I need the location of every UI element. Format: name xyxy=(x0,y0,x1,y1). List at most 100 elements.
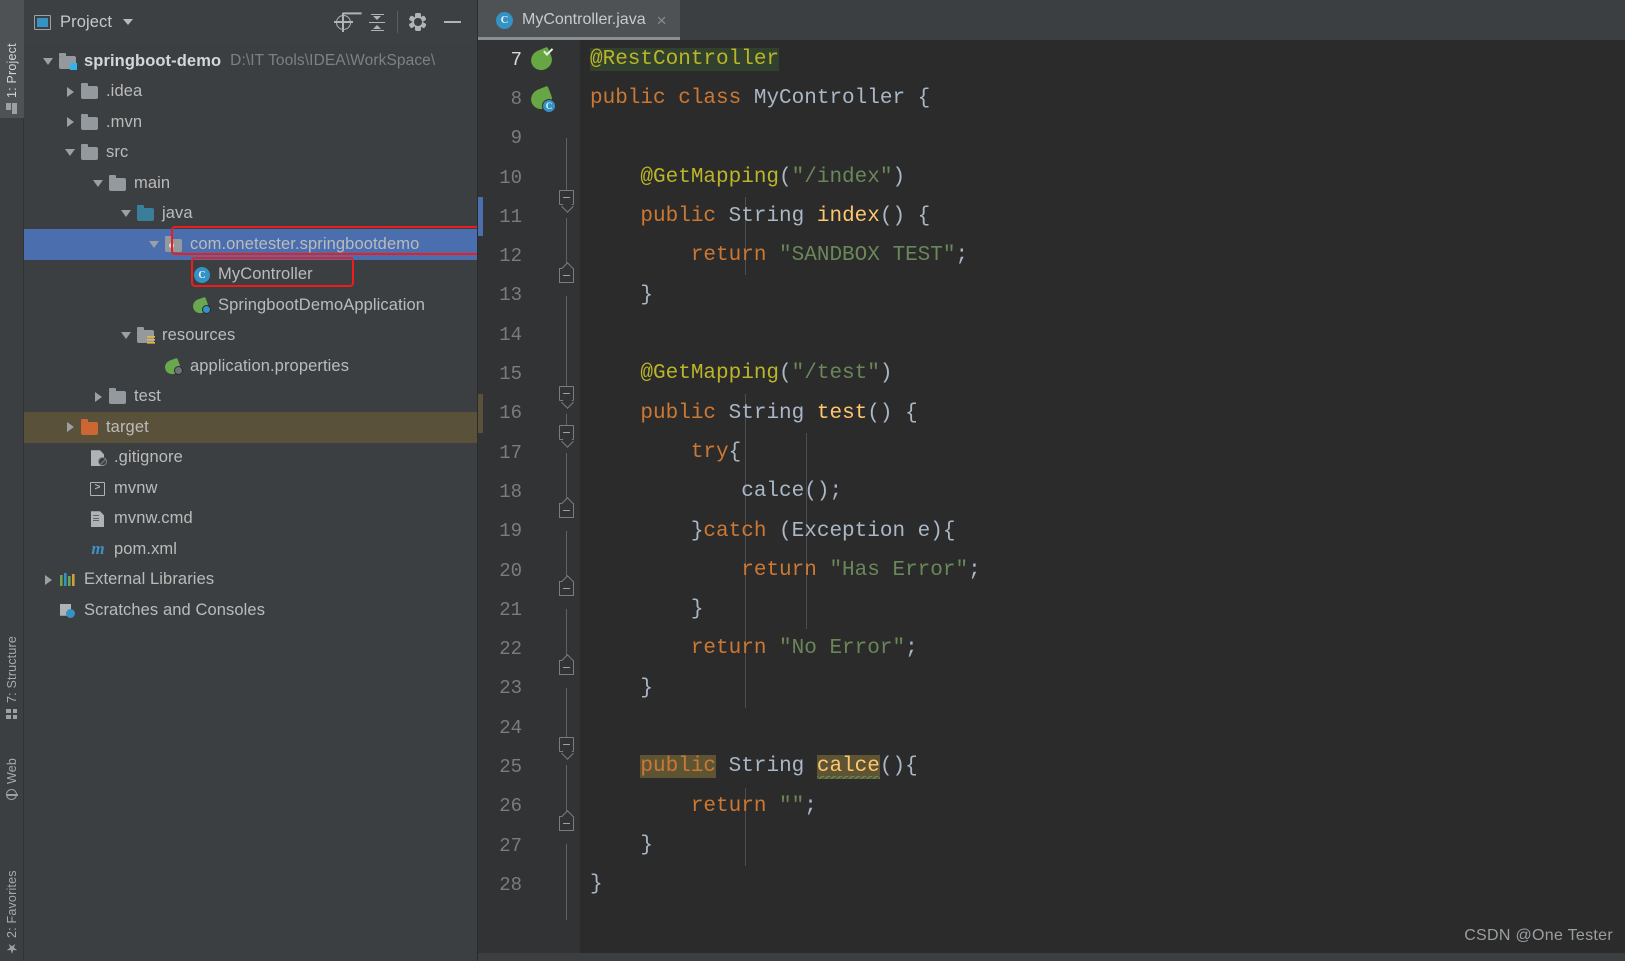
close-icon[interactable]: × xyxy=(657,12,667,29)
folder-icon xyxy=(80,144,99,161)
code-token: { xyxy=(917,87,931,111)
twisty-open-icon[interactable] xyxy=(116,332,136,339)
code-token: return xyxy=(690,244,780,268)
fold-toggle-icon[interactable] xyxy=(559,737,574,752)
tree-row-target[interactable]: target xyxy=(24,412,477,443)
fold-toggle-icon[interactable] xyxy=(559,660,574,675)
line-number: 12 xyxy=(499,245,522,268)
editor-gutter[interactable]: 7 8 C 9 10 11 12 13 14 15 16 17 18 19 20… xyxy=(478,40,580,961)
line-number: 19 xyxy=(499,520,522,543)
twisty-open-icon[interactable] xyxy=(116,210,136,217)
tool-tab-label: Web xyxy=(5,757,19,784)
tree-row-path: D:\IT Tools\IDEA\WorkSpace\ xyxy=(230,52,436,70)
folder-icon xyxy=(80,83,99,100)
web-icon xyxy=(6,789,18,800)
twisty-closed-icon[interactable] xyxy=(60,87,80,97)
maven-pom-icon: m xyxy=(91,539,105,559)
tree-row-com-onetester-springbootdemo[interactable]: com.onetester.springbootdemo xyxy=(24,229,477,260)
code-token: test xyxy=(816,401,868,425)
tree-row-java[interactable]: java xyxy=(24,199,477,230)
code-token: () { xyxy=(879,205,931,229)
tree-row-resources[interactable]: resources xyxy=(24,321,477,352)
tree-row-label: pom.xml xyxy=(114,539,178,558)
tree-row-application-properties[interactable]: application.properties xyxy=(24,351,477,382)
code-line: } xyxy=(580,590,1625,629)
gear-icon xyxy=(408,13,428,31)
code-line: calce(); xyxy=(580,472,1625,511)
project-view-selector[interactable]: Project xyxy=(34,13,326,32)
fold-toggle-icon[interactable] xyxy=(559,190,574,205)
tree-row-main[interactable]: main xyxy=(24,168,477,199)
hide-panel-button[interactable] xyxy=(435,5,469,39)
fold-toggle-icon[interactable] xyxy=(559,268,574,283)
code-token: String xyxy=(728,755,817,779)
twisty-closed-icon[interactable] xyxy=(88,392,108,402)
settings-button[interactable] xyxy=(401,5,435,39)
tree-row-mvnw-cmd[interactable]: mvnw.cmd xyxy=(24,504,477,535)
tool-tab-project[interactable]: 1: Project xyxy=(0,0,24,118)
code-line: }catch (Exception e){ xyxy=(580,512,1625,551)
code-editor[interactable]: @RestController public class MyControlle… xyxy=(580,40,1625,961)
gitignore-file-icon xyxy=(88,449,107,467)
scroll-from-source-button[interactable] xyxy=(326,5,360,39)
line-number: 21 xyxy=(499,598,522,621)
spring-bean-check-icon[interactable] xyxy=(528,46,555,74)
spring-bean-class-icon[interactable]: C xyxy=(528,86,556,114)
tree-row-pom-xml[interactable]: m pom.xml xyxy=(24,534,477,565)
line-number: 13 xyxy=(499,284,522,307)
tree-row-mvn[interactable]: .mvn xyxy=(24,107,477,138)
code-token: } xyxy=(590,519,704,543)
tree-row-label: mvnw xyxy=(114,478,158,497)
fold-toggle-icon[interactable] xyxy=(559,425,574,440)
twisty-closed-icon[interactable] xyxy=(38,575,58,585)
tree-row-springbootdemoapplication[interactable]: SpringbootDemoApplication xyxy=(24,290,477,321)
chevron-down-icon[interactable] xyxy=(123,19,134,25)
twisty-open-icon[interactable] xyxy=(144,241,164,248)
ide-window: 1: Project 7: Structure Web 2: Favorites… xyxy=(0,0,1625,961)
code-line: public String test() { xyxy=(580,394,1625,433)
twisty-open-icon[interactable] xyxy=(38,58,58,65)
code-token: "/test" xyxy=(791,362,880,386)
tool-tab-favorites[interactable]: 2: Favorites xyxy=(0,818,24,958)
tree-row-src[interactable]: src xyxy=(24,138,477,169)
tree-row-idea[interactable]: .idea xyxy=(24,77,477,108)
collapse-all-button[interactable] xyxy=(360,5,394,39)
twisty-closed-icon[interactable] xyxy=(60,117,80,127)
tree-row-test[interactable]: test xyxy=(24,382,477,413)
twisty-open-icon[interactable] xyxy=(60,149,80,156)
tool-tab-structure[interactable]: 7: Structure xyxy=(0,588,24,723)
tree-row-mvnw[interactable]: > mvnw xyxy=(24,473,477,504)
code-token: ; xyxy=(905,637,918,661)
line-number: 23 xyxy=(499,677,522,700)
code-token: () { xyxy=(867,401,918,425)
tree-row-label: application.properties xyxy=(190,356,350,375)
folder-icon xyxy=(108,388,127,405)
favorites-icon xyxy=(7,943,18,954)
code-token: public xyxy=(640,205,729,229)
twisty-closed-icon[interactable] xyxy=(60,422,80,432)
code-token: "SANDBOX TEST" xyxy=(779,244,956,268)
fold-toggle-icon[interactable] xyxy=(559,816,574,831)
fold-toggle-icon[interactable] xyxy=(559,386,574,401)
twisty-open-icon[interactable] xyxy=(88,180,108,187)
code-token: public xyxy=(640,755,717,779)
code-token: ; xyxy=(955,244,969,268)
fold-toggle-icon[interactable] xyxy=(559,581,574,596)
scratches-icon xyxy=(58,602,77,619)
fold-column[interactable] xyxy=(554,40,580,961)
fold-toggle-icon[interactable] xyxy=(559,503,574,518)
project-tree[interactable]: springboot-demo D:\IT Tools\IDEA\WorkSpa… xyxy=(24,44,477,961)
code-token: { xyxy=(728,440,742,464)
tree-row-mycontroller[interactable]: C MyController xyxy=(24,260,477,291)
tree-row-gitignore[interactable]: .gitignore xyxy=(24,443,477,474)
tree-row-springboot-demo[interactable]: springboot-demo D:\IT Tools\IDEA\WorkSpa… xyxy=(24,46,477,77)
tool-tab-web[interactable]: Web xyxy=(0,728,24,804)
line-number: 9 xyxy=(510,127,522,150)
tree-row-external-libraries[interactable]: External Libraries xyxy=(24,565,477,596)
resources-folder-icon xyxy=(136,327,155,345)
code-token: String xyxy=(728,401,817,425)
editor-tab-mycontroller-java[interactable]: C MyController.java × xyxy=(478,0,680,40)
tree-row-scratches-and-consoles[interactable]: Scratches and Consoles xyxy=(24,595,477,626)
